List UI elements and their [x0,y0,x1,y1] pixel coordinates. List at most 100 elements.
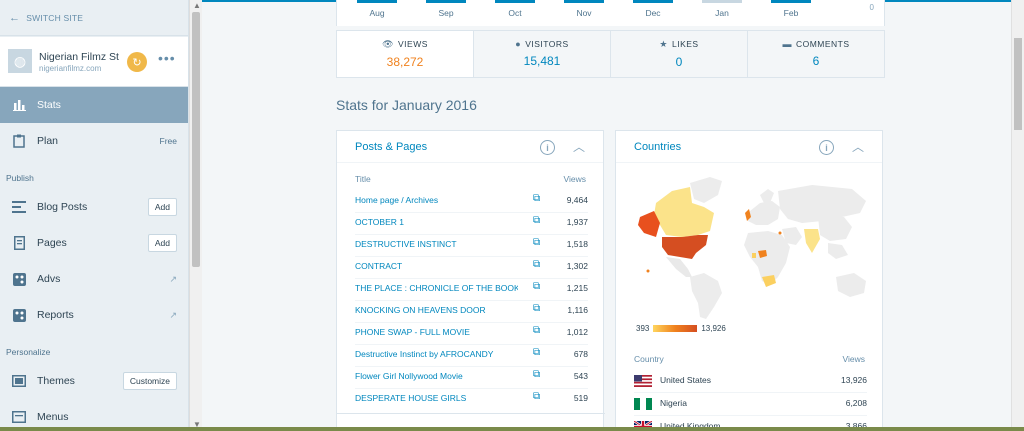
month-label: Oct [508,8,522,18]
external-link-icon[interactable]: ⧉ [533,215,540,226]
sidebar-item-advs[interactable]: Advs ↗ [0,261,188,297]
external-link-icon[interactable]: ⧉ [533,391,540,402]
table-row: Flower Girl Nollywood Movie ⧉ 543 [355,366,588,388]
external-link-icon[interactable]: ⧉ [533,193,540,204]
sidebar-item-plan[interactable]: Plan Free [0,123,188,159]
month-label: Sep [438,8,454,18]
month-label: Aug [369,8,385,18]
sidebar-item-label: Menus [37,411,69,423]
eye-icon: 👁 [382,39,395,49]
table-row: DESPERATE HOUSE GIRLS ⧉ 519 [355,388,588,410]
scrollbar-thumb[interactable] [1014,38,1022,130]
chart-bar[interactable] [357,0,397,3]
table-row: PHONE SWAP - FULL MOVIE ⧉ 1,012 [355,322,588,344]
post-title-link[interactable]: Destructive Instinct by AFROCANDY [355,349,518,359]
chart-bar[interactable] [564,0,604,3]
section-header-personalize: Personalize [6,347,51,357]
post-title-link[interactable]: Home page / Archives [355,195,518,205]
tab-value: 0 [675,55,683,69]
external-link-icon[interactable]: ⧉ [533,259,540,270]
post-title-link[interactable]: OCTOBER 1 [355,217,518,227]
chevron-up-icon[interactable]: ︿ [852,138,864,155]
tab-label: COMMENTS [795,39,850,49]
info-icon[interactable]: i [540,140,555,155]
add-post-button[interactable]: Add [147,198,177,216]
card-header[interactable]: Countries i ︿ [616,131,882,163]
sidebar-item-pages[interactable]: Pages Add [0,225,188,261]
column-header-views: Views [563,174,586,184]
sidebar-item-label: Plan [37,135,59,147]
country-row: United States 13,926 [634,370,867,392]
current-site[interactable]: ◍ Nigerian Filmz St nigerianfilmz.com ↻ … [0,37,188,87]
tab-comments[interactable]: ▬ COMMENTS 6 [748,31,884,77]
tab-label: VISITORS [525,39,569,49]
chart-bar[interactable] [633,0,673,3]
table-row: Destructive Instinct by AFROCANDY ⧉ 678 [355,344,588,366]
tab-value: 38,272 [386,55,424,69]
month-label: Nov [576,8,592,18]
customize-button[interactable]: Customize [122,372,177,390]
globe-icon: ◍ [8,49,32,73]
column-header-views: Views [842,354,865,364]
country-views: 13,926 [841,375,867,385]
stats-tabs: 👁 VIEWS 38,272 ● VISITORS 15,481 ★ LIKES 0 … [336,30,885,78]
sidebar-item-blog-posts[interactable]: Blog Posts Add [0,189,188,225]
chart-bar[interactable] [702,0,742,3]
chart-bar[interactable] [426,0,466,3]
card-header[interactable]: Posts & Pages i ︿ [337,131,603,163]
scrollbar-thumb[interactable] [192,12,200,267]
external-link-icon[interactable]: ⧉ [533,237,540,248]
column-header-country: Country [634,354,664,364]
table-row: DESTRUCTIVE INSTINCT ⧉ 1,518 [355,234,588,256]
chevron-up-icon[interactable]: ︿ [573,138,585,155]
page-icon [11,235,27,251]
main-content: Aug Sep Oct Nov Dec Jan Feb 0 👁 VIEWS 38,… [202,0,1024,431]
sidebar-item-reports[interactable]: Reports ↗ [0,297,188,333]
sidebar-item-themes[interactable]: Themes Customize [0,363,188,399]
external-link-icon[interactable]: ⧉ [533,325,540,336]
comment-icon: ▬ [782,39,792,49]
table-row: Home page / Archives ⧉ 9,464 [355,190,588,212]
post-title-link[interactable]: KNOCKING ON HEAVENS DOOR [355,305,518,315]
sidebar-item-stats[interactable]: Stats [0,87,188,123]
month-label: Jan [715,8,729,18]
tab-value: 6 [812,54,820,68]
tab-visitors[interactable]: ● VISITORS 15,481 [474,31,611,77]
add-page-button[interactable]: Add [147,234,177,252]
world-map[interactable] [632,173,870,323]
sync-icon[interactable]: ↻ [127,52,147,72]
scroll-up-icon[interactable]: ▲ [193,1,201,10]
post-title-link[interactable]: Flower Girl Nollywood Movie [355,371,518,381]
sidebar-item-label: Advs [37,273,61,285]
more-options-button[interactable]: ••• [158,50,176,66]
chart-bar[interactable] [495,0,535,3]
external-link-icon: ↗ [169,273,177,284]
post-title-link[interactable]: DESPERATE HOUSE GIRLS [355,393,518,403]
post-title-link[interactable]: CONTRACT [355,261,518,271]
table-row: OCTOBER 1 ⧉ 1,937 [355,212,588,234]
countries-card: Countries i ︿ 393 13,926 Country Views U… [615,130,883,431]
post-title-link[interactable]: DESTRUCTIVE INSTINCT [355,239,518,249]
external-link-icon[interactable]: ⧉ [533,347,540,358]
external-link-icon[interactable]: ⧉ [533,369,540,380]
sidebar-scrollbar[interactable]: ▲ ▼ [189,0,202,431]
table-row: THE PLACE : CHRONICLE OF THE BOOK ⧉ 1,215 [355,278,588,300]
switch-site-link[interactable]: ← SWITCH SITE [0,0,188,36]
info-icon[interactable]: i [819,140,834,155]
month-label: Feb [783,8,799,18]
table-row: KNOCKING ON HEAVENS DOOR ⧉ 1,116 [355,300,588,322]
month-label: Dec [645,8,661,18]
tab-label: VIEWS [398,39,428,49]
page-scrollbar[interactable] [1011,0,1024,431]
card-title: Countries [634,141,682,153]
chart-bar[interactable] [771,0,811,3]
tab-likes[interactable]: ★ LIKES 0 [611,31,748,77]
map-legend: 393 13,926 [636,324,726,333]
external-link-icon[interactable]: ⧉ [533,303,540,314]
post-title-link[interactable]: PHONE SWAP - FULL MOVIE [355,327,518,337]
axis-zero-label: 0 [869,3,874,12]
tab-views[interactable]: 👁 VIEWS 38,272 [337,31,474,77]
post-views: 678 [573,349,588,359]
post-title-link[interactable]: THE PLACE : CHRONICLE OF THE BOOK [355,283,518,293]
external-link-icon[interactable]: ⧉ [533,281,540,292]
